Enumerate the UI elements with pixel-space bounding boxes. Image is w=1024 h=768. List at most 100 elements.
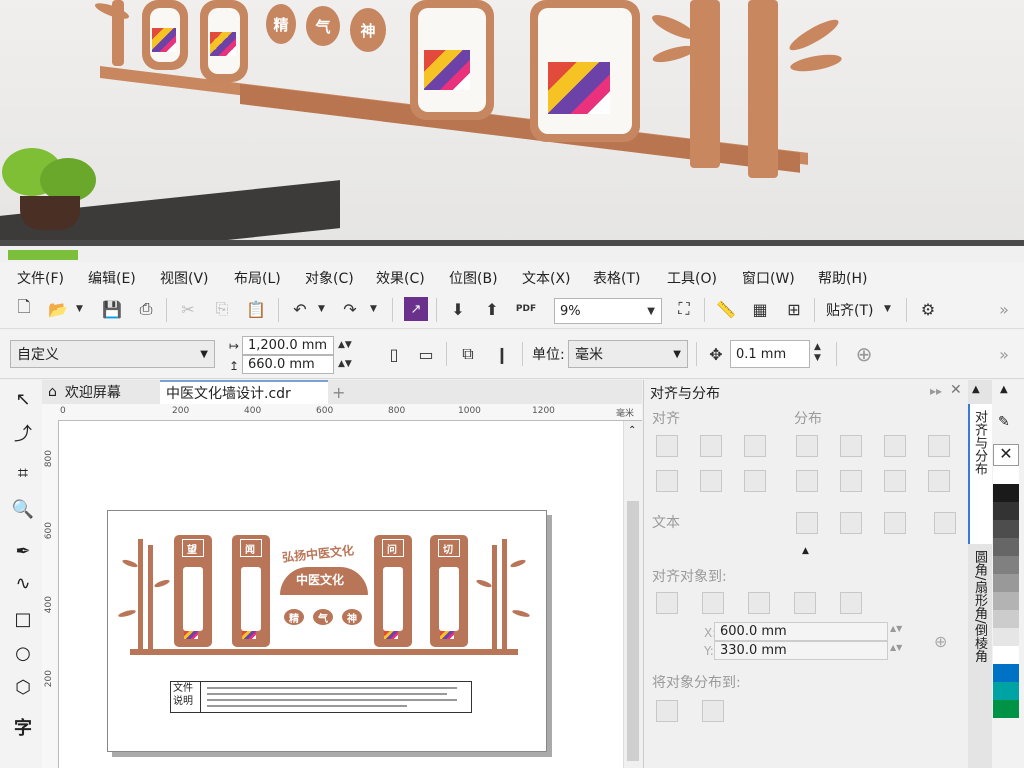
paste-icon[interactable]: 📋 bbox=[244, 297, 268, 321]
y-stepper-icon[interactable]: ▲▼ bbox=[890, 643, 902, 652]
redo-icon[interactable]: ↷ bbox=[338, 297, 362, 321]
align-to-point-icon[interactable] bbox=[840, 592, 862, 614]
freehand-tool-icon[interactable]: ✒ bbox=[10, 538, 36, 564]
page-height-field[interactable]: 660.0 mm bbox=[242, 355, 334, 374]
current-page-icon[interactable]: ❙ bbox=[490, 342, 514, 366]
menu-help[interactable]: 帮助(H) bbox=[818, 268, 867, 288]
distribute-center-icon[interactable] bbox=[840, 435, 862, 457]
menu-file[interactable]: 文件(F) bbox=[17, 268, 64, 288]
zoom-tool-icon[interactable]: 🔍 bbox=[10, 496, 36, 522]
export-icon[interactable]: ⬆ bbox=[480, 297, 504, 321]
shape-tool-icon[interactable]: ⤴ bbox=[10, 420, 36, 446]
color-swatch[interactable] bbox=[993, 520, 1019, 538]
no-color-swatch[interactable]: ✕ bbox=[993, 444, 1019, 466]
distribute-right-icon[interactable] bbox=[928, 435, 950, 457]
align-to-grid-icon[interactable] bbox=[794, 592, 816, 614]
all-pages-icon[interactable]: ⧉ bbox=[456, 342, 480, 366]
align-right-icon[interactable] bbox=[744, 435, 766, 457]
distribute-bottom-icon[interactable] bbox=[928, 470, 950, 492]
height-stepper-icon[interactable]: ▲▼ bbox=[338, 359, 352, 369]
color-swatch[interactable] bbox=[993, 484, 1019, 502]
text-anchor-icon[interactable] bbox=[934, 512, 956, 534]
menu-table[interactable]: 表格(T) bbox=[593, 268, 640, 288]
align-to-active-icon[interactable] bbox=[656, 592, 678, 614]
chevron-down-icon[interactable]: ▼ bbox=[200, 349, 208, 360]
design-page[interactable]: 望 闻 问 切 弘扬中医文化 中医文化 精 气 神 文件 说明 bbox=[107, 510, 547, 752]
distribute-middle-icon[interactable] bbox=[840, 470, 862, 492]
import-icon[interactable]: ⬇ bbox=[446, 297, 470, 321]
scroll-up-icon[interactable]: ▲ bbox=[972, 384, 980, 395]
color-swatch[interactable] bbox=[993, 628, 1019, 646]
distribute-vspacing-icon[interactable] bbox=[884, 470, 906, 492]
tab-welcome[interactable]: ⌂ 欢迎屏幕 bbox=[48, 380, 158, 404]
pick-tool-icon[interactable]: ↖ bbox=[10, 386, 36, 412]
print-icon[interactable]: ⎙ bbox=[134, 297, 158, 321]
scroll-up-icon[interactable]: ⌃ bbox=[628, 425, 636, 436]
add-tab-button[interactable]: + bbox=[332, 380, 345, 404]
color-swatch[interactable] bbox=[993, 556, 1019, 574]
cut-icon[interactable]: ✂ bbox=[176, 297, 200, 321]
palette-scroll-up-icon[interactable]: ▲ bbox=[1000, 384, 1008, 395]
menu-layout[interactable]: 布局(L) bbox=[234, 268, 281, 288]
new-document-icon[interactable]: 🗋 bbox=[12, 297, 36, 321]
text-tool-icon[interactable]: 字 bbox=[10, 714, 36, 740]
align-left-icon[interactable] bbox=[656, 435, 678, 457]
align-bottom-icon[interactable] bbox=[744, 470, 766, 492]
menu-object[interactable]: 对象(C) bbox=[305, 268, 354, 288]
eyedropper-icon[interactable]: ✎ bbox=[998, 414, 1010, 430]
distribute-to-selection-icon[interactable] bbox=[656, 700, 678, 722]
width-stepper-icon[interactable]: ▲▼ bbox=[338, 340, 352, 350]
full-screen-icon[interactable]: ⛶ bbox=[672, 297, 696, 321]
chevron-down-icon[interactable]: ▼ bbox=[647, 306, 655, 317]
chevron-down-icon[interactable]: ▼ bbox=[884, 304, 891, 314]
overflow-chevron-icon[interactable]: » bbox=[992, 342, 1016, 366]
color-swatch[interactable] bbox=[993, 700, 1019, 718]
menu-tools[interactable]: 工具(O) bbox=[667, 268, 717, 288]
show-rulers-icon[interactable]: 📏 bbox=[714, 297, 738, 321]
x-field[interactable]: 600.0 mm bbox=[714, 622, 888, 641]
zoom-level-field[interactable]: 9% ▼ bbox=[554, 298, 662, 324]
distribute-top-icon[interactable] bbox=[796, 470, 818, 492]
collapse-triangle-icon[interactable]: ▲ bbox=[802, 546, 809, 556]
show-guidelines-icon[interactable]: ⊞ bbox=[782, 297, 806, 321]
show-grid-icon[interactable]: ▦ bbox=[748, 297, 772, 321]
tab-document[interactable]: 中医文化墙设计.cdr bbox=[160, 380, 328, 404]
menu-text[interactable]: 文本(X) bbox=[522, 268, 571, 288]
menu-bitmaps[interactable]: 位图(B) bbox=[449, 268, 498, 288]
overflow-chevron-icon[interactable]: » bbox=[992, 297, 1016, 321]
rectangle-tool-icon[interactable]: □ bbox=[10, 606, 36, 632]
color-swatch[interactable] bbox=[993, 664, 1019, 682]
snap-to-button[interactable]: 贴齐(T) bbox=[826, 300, 873, 320]
chevron-down-icon[interactable]: ▼ bbox=[318, 304, 325, 314]
distribute-to-page-icon[interactable] bbox=[702, 700, 724, 722]
color-swatch[interactable] bbox=[993, 682, 1019, 700]
portrait-icon[interactable]: ▯ bbox=[382, 342, 406, 366]
color-swatch[interactable] bbox=[993, 610, 1019, 628]
copy-icon[interactable]: ⎘ bbox=[210, 297, 234, 321]
vertical-ruler[interactable]: 800 600 400 200 bbox=[42, 420, 59, 768]
color-swatch[interactable] bbox=[993, 574, 1019, 592]
save-icon[interactable]: 💾 bbox=[100, 297, 124, 321]
crop-tool-icon[interactable]: ⌗ bbox=[10, 460, 36, 486]
menu-edit[interactable]: 编辑(E) bbox=[88, 268, 136, 288]
chevron-down-icon[interactable]: ▼ bbox=[673, 349, 681, 360]
scrollbar-thumb[interactable] bbox=[627, 501, 639, 761]
side-tab-align[interactable]: 对齐与分布 bbox=[970, 410, 989, 475]
undo-icon[interactable]: ↶ bbox=[288, 297, 312, 321]
search-content-icon[interactable]: ↗ bbox=[404, 297, 428, 321]
menu-effects[interactable]: 效果(C) bbox=[376, 268, 425, 288]
text-bbox-icon[interactable] bbox=[884, 512, 906, 534]
text-line-icon[interactable] bbox=[840, 512, 862, 534]
align-center-h-icon[interactable] bbox=[700, 435, 722, 457]
add-preset-icon[interactable]: ⊕ bbox=[852, 342, 876, 366]
open-folder-icon[interactable]: 📂 bbox=[46, 297, 70, 321]
side-tab-fillet[interactable]: 圆角/扇形角/倒棱角 bbox=[970, 550, 989, 663]
align-top-icon[interactable] bbox=[656, 470, 678, 492]
align-to-page-edge-icon[interactable] bbox=[702, 592, 724, 614]
distribute-spacing-icon[interactable] bbox=[884, 435, 906, 457]
x-stepper-icon[interactable]: ▲▼ bbox=[890, 624, 902, 633]
close-icon[interactable]: ✕ bbox=[950, 382, 962, 398]
units-select[interactable]: 毫米 ▼ bbox=[568, 340, 688, 368]
expand-icon[interactable]: ▸▸ bbox=[930, 384, 942, 398]
align-center-v-icon[interactable] bbox=[700, 470, 722, 492]
